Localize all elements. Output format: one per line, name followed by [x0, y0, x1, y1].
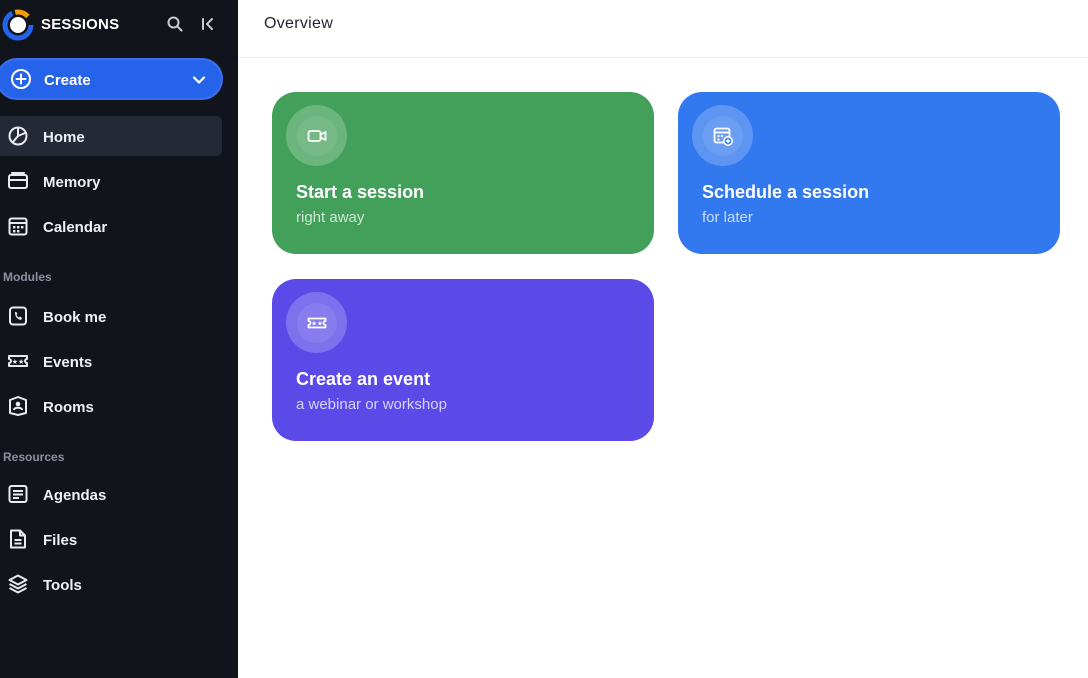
create-button-label: Create	[44, 72, 91, 89]
collapse-icon	[202, 18, 213, 30]
sidebar-item-events[interactable]: ★★ Events	[0, 341, 222, 381]
collapse-sidebar-button[interactable]	[197, 13, 219, 35]
brand-header: SESSIONS	[0, 6, 238, 41]
sidebar-item-label: Book me	[43, 309, 107, 326]
video-camera-icon	[307, 129, 326, 142]
card-title: Create an event	[296, 369, 431, 389]
card-subtitle: a webinar or workshop	[296, 396, 447, 413]
section-label-resources: Resources	[3, 450, 65, 464]
calendar-icon	[8, 217, 28, 236]
svg-text:★★: ★★	[311, 319, 323, 327]
sidebar-item-rooms[interactable]: Rooms	[0, 386, 222, 426]
sidebar-item-label: Calendar	[43, 219, 108, 236]
search-button[interactable]	[164, 13, 186, 35]
book-me-icon	[9, 306, 27, 326]
card-icon-badge	[286, 105, 347, 166]
card-subtitle: for later	[702, 209, 753, 226]
card-title: Start a session	[296, 182, 425, 202]
sidebar-item-home[interactable]: Home	[0, 116, 222, 156]
sidebar-item-files[interactable]: Files	[0, 519, 222, 559]
card-subtitle: right away	[296, 209, 365, 226]
start-session-card[interactable]: Start a session right away	[272, 92, 654, 254]
sidebar: SESSIONS Create Home Memory Calendar Mod…	[0, 0, 238, 678]
top-bar: Overview	[238, 0, 1088, 58]
sidebar-item-label: Home	[43, 129, 85, 146]
svg-text:★★: ★★	[12, 358, 25, 366]
sidebar-item-agendas[interactable]: Agendas	[0, 474, 222, 514]
schedule-session-card[interactable]: Schedule a session for later	[678, 92, 1060, 254]
sidebar-item-label: Agendas	[43, 487, 107, 504]
ticket-icon: ★★	[307, 317, 326, 328]
card-icon-badge: ★★	[286, 292, 347, 353]
card-icon-badge	[692, 105, 753, 166]
calendar-add-icon	[713, 127, 733, 146]
sidebar-item-label: Events	[43, 354, 93, 371]
chevron-down-icon	[192, 76, 206, 84]
sessions-logo-icon	[2, 9, 34, 41]
agenda-icon	[8, 485, 28, 503]
files-icon	[10, 529, 26, 549]
memory-icon	[8, 172, 28, 189]
home-icon	[8, 126, 28, 146]
sidebar-item-label: Memory	[43, 174, 101, 191]
sidebar-item-label: Rooms	[43, 399, 94, 416]
app-name: SESSIONS	[41, 16, 120, 33]
create-event-card[interactable]: ★★ Create an event a webinar or workshop	[272, 279, 654, 441]
sidebar-item-book-me[interactable]: Book me	[0, 296, 222, 336]
ticket-icon: ★★	[8, 355, 28, 367]
sidebar-item-label: Files	[43, 532, 78, 549]
plus-circle-icon	[11, 69, 31, 89]
sidebar-item-tools[interactable]: Tools	[0, 564, 222, 604]
sidebar-item-label: Tools	[43, 577, 82, 594]
rooms-icon	[9, 396, 27, 416]
main-content: Overview Start a session right away Sche…	[238, 0, 1088, 678]
sidebar-item-calendar[interactable]: Calendar	[0, 206, 222, 246]
search-icon	[167, 16, 183, 32]
create-button[interactable]: Create	[0, 58, 223, 100]
page-title: Overview	[264, 15, 334, 32]
section-label-modules: Modules	[3, 270, 52, 284]
sidebar-item-memory[interactable]: Memory	[0, 161, 222, 201]
layers-icon	[8, 574, 28, 594]
card-title: Schedule a session	[702, 182, 870, 202]
